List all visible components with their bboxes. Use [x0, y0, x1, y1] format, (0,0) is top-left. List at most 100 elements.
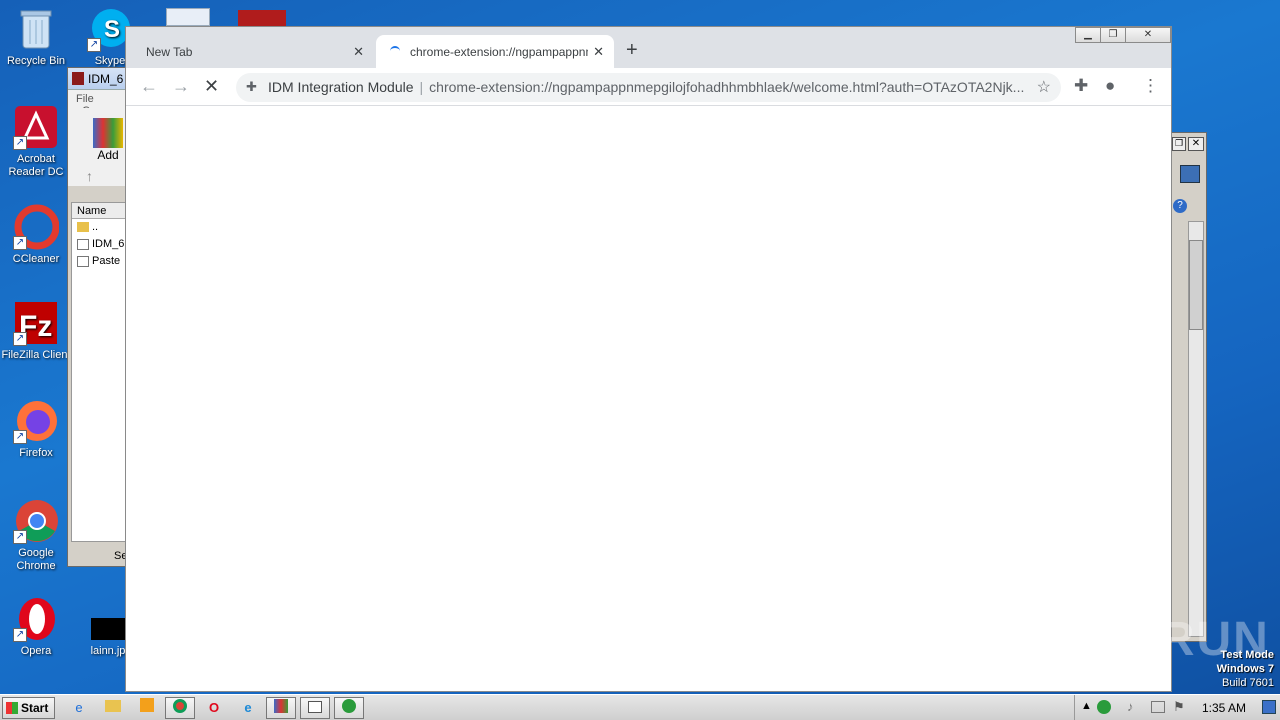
desktop-icon-recycle-bin[interactable]: Recycle Bin	[0, 6, 72, 68]
tab-extension-welcome[interactable]: chrome-extension://ngpampappnmepgilojfoh…	[376, 35, 614, 68]
archiver-file-list[interactable]: Name .. IDM_6 Paste	[71, 202, 126, 542]
shortcut-arrow-icon: ↗	[13, 332, 27, 346]
column-header-name[interactable]: Name	[72, 203, 125, 219]
extensions-puzzle-icon[interactable]: ✚	[1074, 76, 1088, 96]
address-bar[interactable]: ✚ IDM Integration Module | chrome-extensio…	[236, 73, 1061, 102]
tab-new-tab[interactable]: New Tab ✕	[126, 35, 374, 68]
windows-logo-icon	[6, 702, 18, 714]
show-desktop-button[interactable]	[1262, 700, 1276, 714]
search-icon[interactable]	[1180, 165, 1200, 183]
archiver-toolbar: Add ↑	[68, 108, 126, 186]
desktop-icon-label: lainn.jp	[90, 645, 126, 657]
file-icon	[77, 239, 89, 250]
ccleaner-icon: ↗	[13, 204, 60, 250]
site-name: IDM Integration Module	[268, 79, 414, 95]
taskbar-chrome-icon[interactable]	[165, 697, 195, 719]
desktop-icon-label: Google Chrome	[16, 547, 56, 572]
desktop-icon-label: CCleaner	[12, 253, 60, 265]
volume-icon[interactable]: ♪	[1127, 699, 1134, 714]
add-button[interactable]: Add	[90, 118, 126, 162]
desktop-icon-label: Opera	[20, 645, 52, 657]
start-button[interactable]: Start	[2, 697, 55, 719]
help-icon[interactable]: ?	[1173, 199, 1187, 213]
scrollbar-thumb[interactable]	[1189, 240, 1203, 330]
desktop-icon-firefox[interactable]: ↗ Firefox	[0, 398, 72, 460]
desktop-icon-label: FileZilla Client	[1, 349, 71, 361]
opera-icon: ↗	[13, 596, 59, 642]
shortcut-arrow-icon: ↗	[13, 430, 27, 444]
bookmark-star-icon[interactable]: ☆	[1037, 77, 1051, 97]
archiver-window[interactable]: IDM_6 File Com Add ↑ Name .. IDM_6 Paste…	[67, 67, 127, 567]
battery-icon[interactable]	[1151, 701, 1165, 713]
taskbar-opera-icon[interactable]: O	[199, 697, 229, 719]
shortcut-arrow-icon: ↗	[13, 236, 27, 250]
shortcut-arrow-icon: ↗	[13, 628, 27, 642]
list-item[interactable]: Paste	[72, 253, 125, 270]
omnibox-separator: |	[419, 79, 424, 95]
desktop-icon-label: Recycle Bin	[6, 55, 66, 67]
desktop-icon-label: Firefox	[19, 447, 53, 459]
shortcut-arrow-icon: ↗	[87, 38, 101, 52]
desktop-icon-label: Acrobat Reader DC	[8, 153, 64, 178]
folder-icon	[77, 222, 89, 232]
page-content[interactable]	[126, 107, 1171, 691]
background-window-right[interactable]: ❐ ✕ ?	[1171, 132, 1207, 642]
close-button[interactable]: ✕	[1188, 137, 1204, 151]
maximize-button[interactable]: ❐	[1100, 27, 1126, 43]
vertical-scrollbar[interactable]	[1188, 221, 1204, 637]
taskbar-ie-icon[interactable]: e	[64, 697, 94, 719]
svg-text:S: S	[104, 16, 120, 43]
menu-file[interactable]: File	[76, 93, 94, 105]
desktop-icon-opera[interactable]: ↗ Opera	[0, 596, 72, 658]
profile-avatar-icon[interactable]: ●	[1105, 76, 1115, 96]
up-arrow-icon[interactable]: ↑	[86, 168, 93, 184]
taskbar-winrar-icon[interactable]	[266, 697, 296, 719]
desktop-icon-acrobat[interactable]: ↗ Acrobat Reader DC	[0, 104, 72, 179]
close-window-button[interactable]: ✕	[1125, 27, 1171, 43]
tab-close-icon[interactable]: ✕	[353, 44, 364, 60]
taskbar-edge-icon[interactable]: e	[233, 697, 263, 719]
browser-toolbar: ← → ✕ ✚ IDM Integration Module | chrome-ex…	[126, 68, 1171, 106]
network-globe-icon[interactable]	[1097, 700, 1111, 714]
shortcut-arrow-icon: ↗	[13, 136, 27, 150]
desktop-icon-document[interactable]	[166, 8, 210, 26]
tab-label: chrome-extension://ngpampappnmepgilojfoh…	[410, 45, 588, 59]
forward-arrow-icon[interactable]: →	[172, 76, 190, 97]
tab-close-icon[interactable]: ✕	[593, 44, 604, 60]
desktop-icon-filezilla[interactable]: Fz ↗ FileZilla Client	[0, 300, 72, 362]
desktop-icon-winrar-archive[interactable]	[238, 10, 286, 26]
archiver-title-bar[interactable]: IDM_6	[68, 68, 126, 90]
chrome-menu-icon[interactable]: ⋮	[1142, 76, 1159, 96]
list-item[interactable]: ..	[72, 219, 125, 236]
firefox-icon: ↗	[13, 398, 59, 444]
list-item[interactable]: IDM_6	[72, 236, 125, 253]
filezilla-icon: Fz ↗	[13, 300, 59, 346]
back-arrow-icon[interactable]: ←	[140, 76, 158, 97]
minimize-button[interactable]: ▁	[1075, 27, 1101, 43]
watermark: ANY RUN	[1038, 613, 1270, 666]
add-label: Add	[97, 148, 119, 162]
chrome-icon: ↗	[13, 498, 59, 544]
chrome-window[interactable]: New Tab ✕ chrome-extension://ngpampappnm…	[125, 26, 1172, 692]
restore-button[interactable]: ❐	[1172, 137, 1186, 151]
desktop-icon-ccleaner[interactable]: ↗ CCleaner	[0, 204, 72, 266]
winrar-icon	[72, 72, 84, 85]
new-tab-button[interactable]: +	[626, 39, 638, 62]
extension-icon: ✚	[246, 79, 257, 94]
taskbar-idm-icon[interactable]	[334, 697, 364, 719]
desktop-icon-chrome[interactable]: ↗ Google Chrome	[0, 498, 72, 573]
system-tray: ▲ ♪ ⚑ 1:35 AM	[1074, 695, 1280, 720]
recycle-bin-icon	[13, 6, 59, 52]
archiver-menu-bar: File Com	[68, 90, 126, 117]
acrobat-reader-icon: ↗	[13, 104, 59, 150]
action-center-flag-icon[interactable]: ⚑	[1173, 699, 1185, 715]
taskbar-window-icon[interactable]	[300, 697, 330, 719]
tab-strip: New Tab ✕ chrome-extension://ngpampappnm…	[126, 27, 1171, 68]
shortcut-arrow-icon: ↗	[13, 530, 27, 544]
archiver-status-bar: Se	[114, 550, 128, 562]
stop-loading-icon[interactable]: ✕	[204, 76, 219, 97]
clock[interactable]: 1:35 AM	[1202, 701, 1246, 715]
show-hidden-icons-icon[interactable]: ▲	[1081, 700, 1092, 712]
taskbar-explorer-icon[interactable]	[98, 697, 128, 719]
taskbar-media-player-icon[interactable]	[132, 697, 162, 719]
